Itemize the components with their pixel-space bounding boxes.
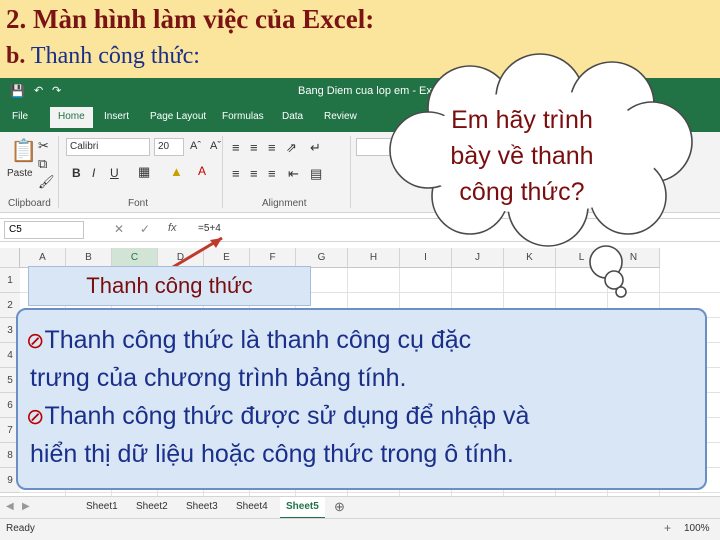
cloud-tail-small — [615, 286, 627, 298]
note-line-2: trưng của chương trình bảng tính. — [30, 364, 407, 392]
explanation-box: ⊘Thanh công thức là thanh công cụ đặc tr… — [16, 308, 707, 490]
no-entry-bullet-icon: ⊘ — [26, 328, 45, 353]
cloud-line: công thức? — [459, 178, 585, 206]
formula-bar-callout: Thanh công thức — [28, 266, 311, 306]
cloud-line: Em hãy trình — [451, 106, 593, 134]
cloud-line: bày về thanh — [450, 142, 594, 170]
note-line-4: hiển thị dữ liệu hoặc công thức trong ô … — [30, 440, 514, 468]
cloud-question: Em hãy trình bày về thanh công thức? — [412, 102, 632, 210]
note-line-1: ⊘Thanh công thức là thanh công cụ đặc — [26, 326, 472, 354]
no-entry-bullet-icon: ⊘ — [26, 404, 45, 429]
note-line-3: ⊘Thanh công thức được sử dụng để nhập và — [26, 402, 530, 430]
